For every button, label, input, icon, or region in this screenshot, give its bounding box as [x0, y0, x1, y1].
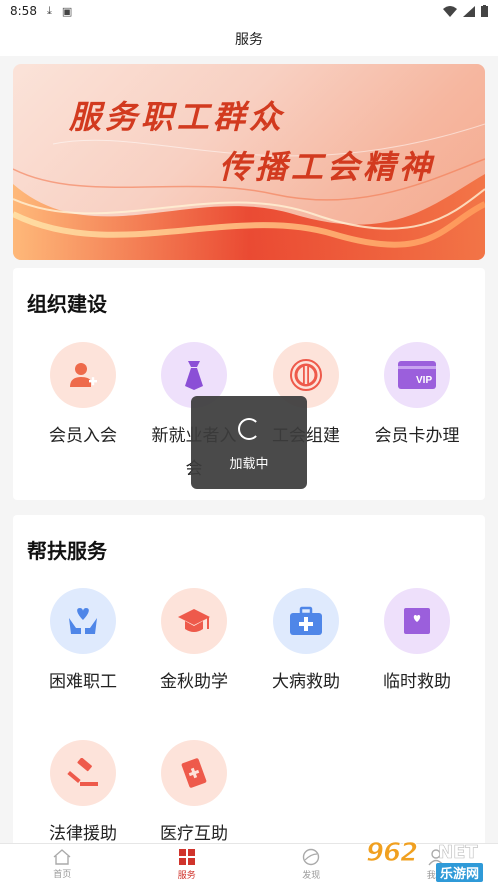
- tab-label: 发现: [302, 871, 321, 881]
- user-add-icon: [50, 342, 116, 408]
- notification-icon: ▣: [61, 4, 73, 18]
- tab-label: 服务: [177, 871, 196, 881]
- member-join-button[interactable]: 会员入会: [33, 342, 133, 453]
- item-label: 金秋助学: [160, 672, 228, 692]
- hands-heart-icon: [50, 588, 116, 654]
- discover-icon: [303, 848, 320, 866]
- page-title: 服务: [235, 32, 263, 48]
- medical-note-icon: [161, 740, 227, 806]
- tab-home[interactable]: 首页: [0, 844, 125, 885]
- item-label: 困难职工: [49, 672, 117, 692]
- tab-label: 首页: [53, 870, 72, 880]
- loading-text: 加载中: [229, 457, 269, 472]
- download-icon: ⤓: [46, 4, 52, 17]
- home-icon: [53, 849, 71, 865]
- item-label: 会员入会: [49, 426, 117, 446]
- watermark-subtitle: 乐游网: [436, 863, 484, 882]
- legal-aid-button[interactable]: 法律援助: [33, 740, 133, 851]
- temporary-aid-button[interactable]: 临时救助: [367, 588, 467, 699]
- watermark-brand: 962: [365, 838, 418, 869]
- item-label: 会员卡办理: [374, 426, 460, 446]
- medical-mutual-aid-button[interactable]: 医疗互助: [144, 740, 244, 851]
- membership-card-button[interactable]: VIP 会员卡办理: [367, 342, 467, 453]
- watermark-suffix: NET: [438, 842, 478, 864]
- status-bar: 8:58 ⤓ ▣: [0, 0, 498, 22]
- site-watermark-logo: 962 NET 乐游网: [365, 838, 494, 882]
- tab-service[interactable]: 服务: [125, 844, 250, 885]
- banner-slogan-1: 服务职工群众: [69, 98, 286, 136]
- heart-box-icon: [384, 588, 450, 654]
- banner-slogan-2: 传播工会精神: [219, 148, 436, 186]
- battery-icon: [481, 5, 488, 17]
- autumn-scholarship-button[interactable]: 金秋助学: [144, 588, 244, 699]
- needy-workers-button[interactable]: 困难职工: [33, 588, 133, 699]
- wifi-icon: [443, 5, 457, 17]
- gavel-icon: [50, 740, 116, 806]
- svg-text:VIP: VIP: [416, 375, 432, 386]
- service-grid-icon: [178, 849, 195, 865]
- item-label: 临时救助: [383, 672, 451, 692]
- vip-card-icon: VIP: [384, 342, 450, 408]
- major-illness-aid-button[interactable]: 大病救助: [256, 588, 356, 699]
- signal-icon: [463, 5, 475, 17]
- spinner-icon: [238, 418, 260, 440]
- medical-kit-icon: [273, 588, 339, 654]
- status-time: 8:58: [10, 4, 37, 18]
- section-title: 组织建设: [27, 292, 107, 316]
- page-header: 服务: [0, 22, 498, 56]
- help-services-section: 帮扶服务 困难职工 金秋助学 大病救助 临时救助 法律援助 医疗互助: [13, 515, 485, 855]
- section-title: 帮扶服务: [27, 539, 107, 563]
- graduation-cap-icon: [161, 588, 227, 654]
- item-label: 大病救助: [272, 672, 340, 692]
- tab-discover[interactable]: 发现: [249, 844, 374, 885]
- hero-banner[interactable]: 服务职工群众 传播工会精神: [13, 64, 485, 260]
- loading-toast: 加载中: [191, 396, 307, 489]
